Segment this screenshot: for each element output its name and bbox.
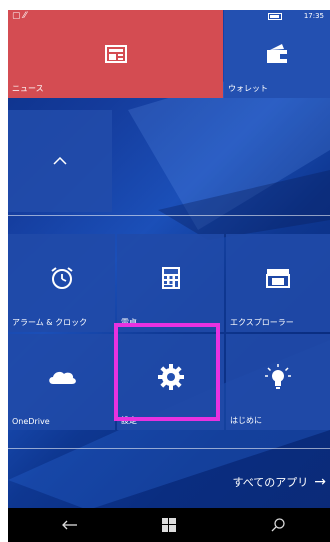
tile-label: OneDrive	[12, 417, 50, 426]
tile-alarm-clock[interactable]: アラーム & クロック	[8, 234, 115, 332]
calculator-icon	[161, 267, 180, 290]
back-arrow-icon	[62, 520, 77, 530]
start-screen: ▢ ⁄⁄ 17:35 ニュース ウォレット アラーム & クロック 電卓 エクス…	[8, 10, 330, 542]
arrow-right-icon: →	[314, 474, 326, 490]
search-button[interactable]	[258, 508, 298, 542]
news-icon	[104, 45, 127, 63]
tile-label: ウォレット	[228, 84, 268, 93]
home-button[interactable]	[149, 508, 189, 542]
navigation-bar	[8, 508, 330, 542]
back-button[interactable]	[50, 508, 90, 542]
tile-onedrive[interactable]: OneDrive	[8, 334, 115, 430]
search-icon	[271, 518, 285, 532]
wallet-icon	[267, 44, 287, 63]
group-divider	[8, 448, 330, 449]
status-bar: ▢ ⁄⁄ 17:35	[8, 10, 330, 26]
tile-label: はじめに	[230, 416, 262, 425]
tile-calculator[interactable]: 電卓	[117, 234, 224, 332]
chevron-up-icon	[53, 157, 67, 165]
tile-label: アラーム & クロック	[12, 318, 88, 327]
selection-highlight	[114, 323, 220, 421]
folder-icon	[266, 269, 290, 289]
battery-icon	[268, 13, 282, 20]
all-apps-button[interactable]: すべてのアプリ →	[232, 474, 326, 490]
all-apps-label: すべてのアプリ	[232, 476, 309, 489]
tile-get-started[interactable]: はじめに	[226, 334, 330, 430]
lightbulb-icon	[265, 364, 291, 390]
alarm-clock-icon	[50, 267, 73, 290]
group-divider	[8, 215, 330, 216]
tile-explorer[interactable]: エクスプローラー	[226, 234, 330, 332]
signal-icon: ▢ ⁄⁄	[12, 11, 27, 21]
tile-label: ニュース	[12, 84, 44, 93]
cloud-icon	[48, 372, 76, 385]
tile-collapse[interactable]	[8, 110, 112, 212]
status-time: 17:35	[303, 12, 324, 20]
tile-label: エクスプローラー	[230, 318, 294, 327]
windows-logo-icon	[162, 518, 176, 532]
